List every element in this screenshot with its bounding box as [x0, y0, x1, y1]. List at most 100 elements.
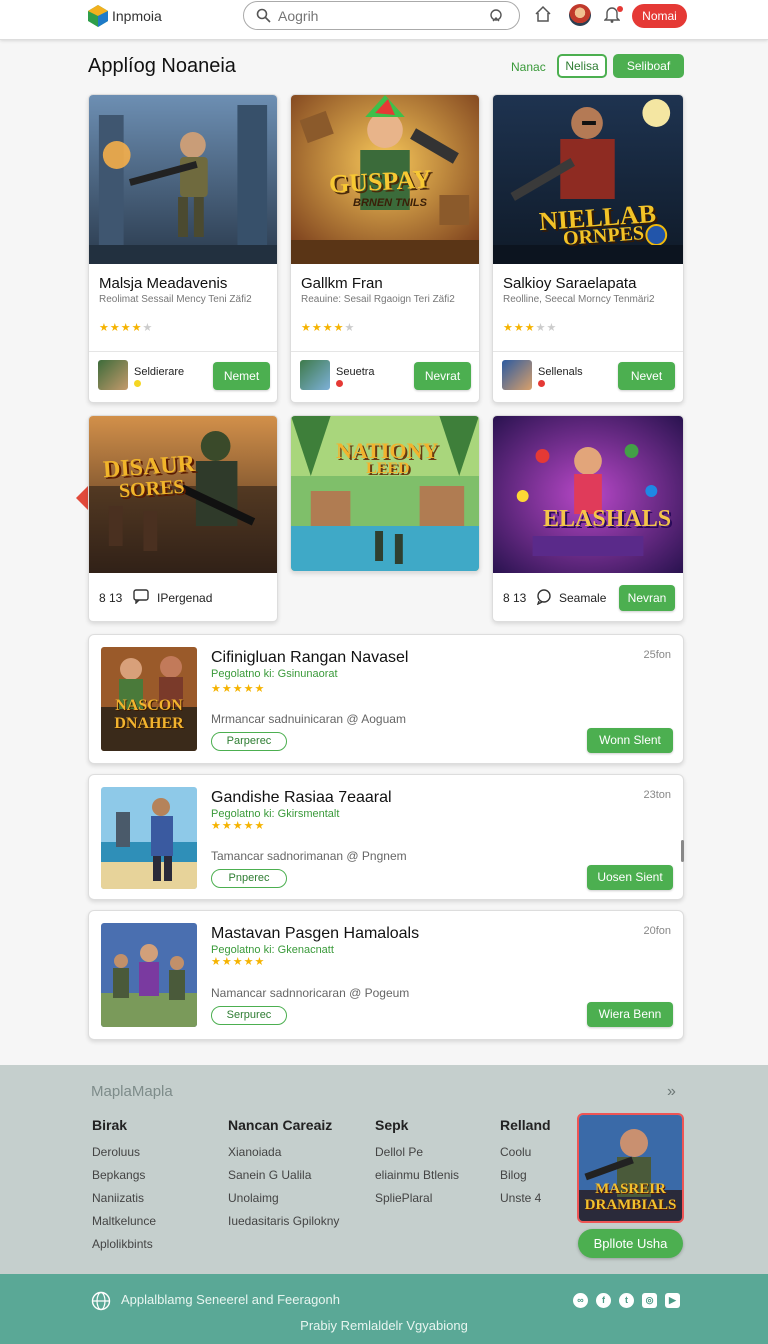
instagram-icon[interactable]: ◎ — [642, 1293, 657, 1308]
search-input[interactable] — [278, 7, 478, 25]
comment-icon[interactable] — [133, 589, 149, 604]
rating-stars: ★★★★★ — [99, 322, 154, 334]
review-count: 8 13 — [99, 591, 123, 605]
game-card[interactable]: NATIONY LEED — [290, 415, 480, 572]
game-title[interactable]: Malsja Meadavenis — [99, 275, 227, 292]
top-bar: Inpmoia Nomai — [0, 0, 768, 40]
art-title: MASREIR DRAMBIALS — [584, 1181, 677, 1213]
list-time: 25fon — [643, 649, 671, 661]
list-meta: Mrmancar sadnuinicaran @ Aoguam — [211, 712, 406, 726]
list-item[interactable]: Gandishe Rasiaa 7eaaral Pegolatno ki: Gk… — [88, 774, 684, 900]
list-thumbnail: NASCON DNAHER — [101, 647, 197, 751]
search-box[interactable] — [243, 1, 520, 30]
card-action-button[interactable]: Nemet — [213, 362, 270, 390]
list-item[interactable]: Mastavan Pasgen Hamaloals Pegolatno ki: … — [88, 910, 684, 1040]
twitter-icon[interactable]: t — [619, 1293, 634, 1308]
filter-fill-button[interactable]: Seliboaf — [613, 54, 684, 78]
list-title[interactable]: Mastavan Pasgen Hamaloals — [211, 925, 419, 943]
list-action-button[interactable]: Uosen Sient — [587, 865, 673, 890]
art-title: NASCON DNAHER — [114, 697, 184, 732]
footer-link[interactable]: eliainmu Btlenis — [375, 1164, 459, 1187]
game-art — [101, 787, 197, 889]
developer-name[interactable]: Seuetra — [336, 366, 375, 378]
game-subtitle: Reauine: Sesail Rgaoign Teri Zäfi2 — [301, 294, 455, 305]
footer-column-title: Birak — [92, 1117, 128, 1133]
avatar[interactable] — [569, 4, 591, 26]
rating-stars: ★★★★★ — [503, 322, 558, 334]
developer-avatar — [300, 360, 330, 390]
card-action-button[interactable]: Nevrat — [414, 362, 471, 390]
footer-link[interactable]: SpliePlaral — [375, 1187, 459, 1210]
game-card[interactable]: DISAUR SORES 8 13 IPergenad — [88, 415, 278, 622]
game-card[interactable]: ELASHALS 8 13 Seamale Nevran — [492, 415, 684, 622]
footer-link[interactable]: Bilog — [500, 1164, 551, 1187]
brand-name[interactable]: Inpmoia — [112, 8, 162, 24]
footer-column: Nancan Careaiz Xianoiada Sanein G Ualila… — [228, 1117, 339, 1233]
scrollbar[interactable] — [681, 840, 684, 862]
footer-link[interactable]: Maltkelunce — [92, 1210, 156, 1233]
account-button[interactable]: Nomai — [632, 4, 687, 28]
list-tag[interactable]: Serpurec — [211, 1006, 287, 1025]
art-title: ELASHALS — [543, 506, 672, 532]
youtube-icon[interactable]: ▶ — [665, 1293, 680, 1308]
list-title[interactable]: Gandishe Rasiaa 7eaaral — [211, 789, 392, 807]
filter-link[interactable]: Nanac — [511, 60, 546, 74]
list-tag[interactable]: Parperec — [211, 732, 287, 751]
art-subtitle: LEED — [366, 460, 410, 477]
chat-icon[interactable] — [536, 589, 552, 605]
logo-icon[interactable] — [88, 5, 108, 27]
game-card[interactable]: NIELLAB ORNPES Salkioy Saraelapata Reoll… — [492, 94, 684, 403]
footer-link[interactable]: Coolu — [500, 1141, 551, 1164]
home-icon[interactable] — [534, 5, 552, 23]
developer-avatar — [98, 360, 128, 390]
footer-column-title: Relland — [500, 1117, 551, 1133]
promo-card[interactable]: MASREIR DRAMBIALS — [577, 1113, 684, 1223]
list-tag[interactable]: Pnperec — [211, 869, 287, 888]
list-time: 20fon — [643, 925, 671, 937]
footer-link[interactable]: Deroluus — [92, 1141, 156, 1164]
footer-column-title: Nancan Careaiz — [228, 1117, 333, 1133]
footer-link[interactable]: Unolaimg — [228, 1187, 339, 1210]
list-action-button[interactable]: Wiera Benn — [587, 1002, 673, 1027]
developer-avatar — [502, 360, 532, 390]
chevron-right-icon[interactable]: » — [667, 1083, 676, 1101]
divider — [291, 351, 479, 352]
card-label[interactable]: Seamale — [559, 591, 606, 605]
developer-name[interactable]: Seldierare — [134, 366, 184, 378]
footer-link[interactable]: Dellol Pe — [375, 1141, 459, 1164]
microphone-icon[interactable] — [489, 9, 503, 23]
facebook-icon[interactable]: f — [596, 1293, 611, 1308]
list-time: 23ton — [643, 789, 671, 801]
game-card[interactable]: GUSPAY BRNEN TNILS Gallkm Fran Reauine: … — [290, 94, 480, 403]
game-art — [89, 95, 277, 264]
game-title[interactable]: Salkioy Saraelapata — [503, 275, 636, 292]
status-dot — [538, 380, 545, 387]
filter-outline-button[interactable]: Nelisa — [557, 54, 607, 78]
footer-link[interactable]: Sanein G Ualila — [228, 1164, 339, 1187]
footer-link[interactable]: Aplolikbints — [92, 1233, 156, 1256]
rating-stars: ★★★★★ — [211, 820, 266, 832]
footer-link[interactable]: Unste 4 — [500, 1187, 551, 1210]
link-icon[interactable]: ∞ — [573, 1293, 588, 1308]
list-title[interactable]: Cifinigluan Rangan Navasel — [211, 649, 408, 667]
footer-link[interactable]: Bepkangs — [92, 1164, 156, 1187]
card-label[interactable]: IPergenad — [157, 591, 212, 605]
card-action-button[interactable]: Nevet — [618, 362, 675, 390]
game-art — [493, 416, 683, 573]
art-subtitle: SORES — [118, 475, 186, 503]
game-card[interactable]: Malsja Meadavenis Reolimat Sessail Mency… — [88, 94, 278, 403]
list-item[interactable]: NASCON DNAHER Cifinigluan Rangan Navasel… — [88, 634, 684, 764]
divider — [89, 351, 277, 352]
list-action-button[interactable]: Wonn Slent — [587, 728, 673, 753]
promo-button[interactable]: Bpllote Usha — [578, 1229, 683, 1258]
game-title[interactable]: Gallkm Fran — [301, 275, 383, 292]
art-title: GUSPAY — [328, 164, 433, 199]
footer-link[interactable]: Naniizatis — [92, 1187, 156, 1210]
art-subtitle: BRNEN TNILS — [353, 197, 427, 209]
card-action-button[interactable]: Nevran — [619, 585, 675, 611]
footer-link[interactable]: Xianoiada — [228, 1141, 339, 1164]
footer-link[interactable]: Iuedasitaris Gpilokny — [228, 1210, 339, 1233]
list-thumbnail — [101, 787, 197, 889]
list-meta: Tamancar sadnorimanan @ Pngnem — [211, 849, 407, 863]
developer-name[interactable]: Sellenals — [538, 366, 583, 378]
